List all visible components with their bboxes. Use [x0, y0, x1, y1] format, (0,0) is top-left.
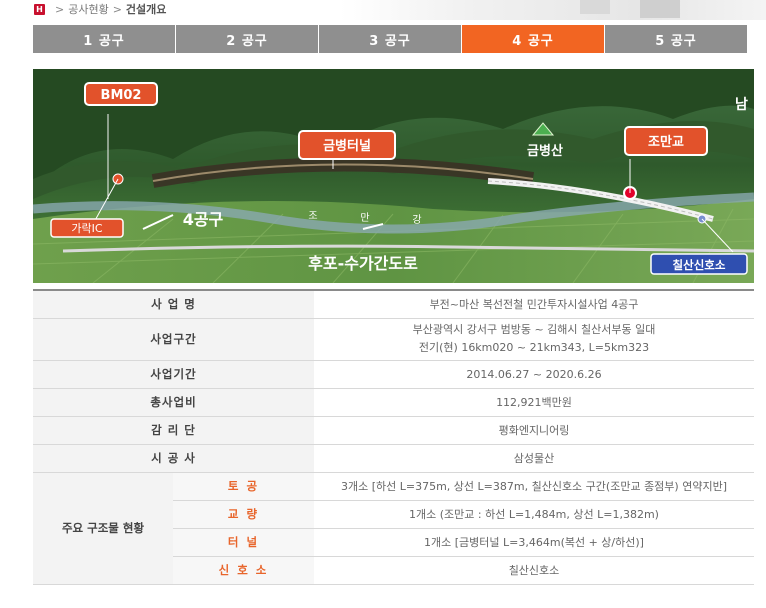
structure-value: 1개소 [금병터널 L=3,464m(복선 + 상/하선)]: [314, 528, 754, 557]
row-value-line: 부산광역시 강서구 범방동 ~ 김해시 칠산서부동 일대: [412, 323, 656, 336]
bridge-callout: 조만교: [624, 126, 708, 156]
mountain-label: 금병산: [527, 143, 563, 159]
row-label: 사 업 명: [33, 290, 314, 319]
decoration-block: [580, 0, 610, 14]
table-row: 사업구간 부산광역시 강서구 범방동 ~ 김해시 칠산서부동 일대 전기(현) …: [33, 318, 754, 361]
row-value: 부산광역시 강서구 범방동 ~ 김해시 칠산서부동 일대 전기(현) 16km0…: [314, 318, 754, 361]
structure-value: 3개소 [하선 L=375m, 상선 L=387m, 칠산신호소 구간(조만교 …: [314, 472, 754, 501]
structure-label: 터 널: [173, 528, 314, 557]
row-value: 평화엔지니어링: [314, 416, 754, 445]
table-row: 총사업비 112,921백만원: [33, 388, 754, 417]
road-label: 후포-수가간도로: [308, 254, 418, 273]
breadcrumb-item[interactable]: 공사현황: [68, 1, 108, 17]
tab-section-1[interactable]: 1 공구: [33, 25, 175, 53]
ic-callout: 가락IC: [50, 218, 124, 238]
river-char: 만: [360, 212, 369, 224]
row-value-line: 전기(현) 16km020 ~ 21km343, L=5km323: [418, 341, 650, 354]
chevron-right-icon: >: [112, 2, 122, 16]
structure-value: 1개소 (조만교 : 하선 L=1,484m, 상선 L=1,382m): [314, 500, 754, 529]
decoration-block: [640, 0, 680, 18]
signal-label: 칠산신호소: [673, 258, 726, 272]
table-row: 감 리 단 평화엔지니어링: [33, 416, 754, 445]
tunnel-label: 금병터널: [323, 138, 371, 154]
tunnel-callout: 금병터널: [298, 130, 396, 160]
structure-value: 칠산신호소: [314, 556, 754, 585]
construction-overview-table: 사 업 명 부전~마산 복선전철 민간투자시설사업 4공구 사업구간 부산광역시…: [33, 289, 754, 585]
structure-label: 토 공: [173, 472, 314, 501]
home-icon[interactable]: H: [34, 3, 45, 15]
row-label: 사업기간: [33, 360, 314, 389]
tab-section-3[interactable]: 3 공구: [319, 25, 461, 53]
table-row: 사 업 명 부전~마산 복선전철 민간투자시설사업 4공구: [33, 290, 754, 319]
structure-label: 교 량: [173, 500, 314, 529]
table-row: 시 공 사 삼성물산: [33, 444, 754, 473]
section-tabs: 1 공구 2 공구 3 공구 4 공구 5 공구: [33, 25, 747, 53]
row-label: 사업구간: [33, 318, 314, 361]
ic-label: 가락IC: [71, 222, 102, 235]
header-decoration: [340, 0, 766, 20]
table-row: 사업기간 2014.06.27 ~ 2020.6.26: [33, 360, 754, 389]
bm-callout: BM02: [84, 82, 158, 106]
row-value: 112,921백만원: [314, 388, 754, 417]
tab-section-2[interactable]: 2 공구: [176, 25, 318, 53]
corner-label: 남: [735, 96, 748, 113]
tab-section-5[interactable]: 5 공구: [605, 25, 747, 53]
breadcrumb-current: 건설개요: [125, 3, 167, 16]
row-label: 총사업비: [33, 388, 314, 417]
bm-label: BM02: [101, 88, 142, 103]
tab-section-4[interactable]: 4 공구: [462, 25, 604, 53]
row-value: 2014.06.27 ~ 2020.6.26: [314, 360, 754, 389]
chevron-right-icon: >: [55, 2, 65, 16]
bridge-label: 조만교: [648, 134, 684, 150]
table-row: 주요 구조물 현황 토 공 3개소 [하선 L=375m, 상선 L=387m,…: [33, 472, 754, 585]
row-label: 시 공 사: [33, 444, 314, 473]
section-label: 4공구: [183, 210, 224, 229]
row-value: 부전~마산 복선전철 민간투자시설사업 4공구: [314, 290, 754, 319]
breadcrumb: H > 공사현황 > 건설개요: [34, 0, 166, 18]
structure-label: 신 호 소: [173, 556, 314, 585]
route-map: BM02 금병터널 금병산 조만교 가락IC 4공구 조 만 강 후포-수가간도…: [33, 69, 754, 283]
river-char: 강: [412, 214, 421, 226]
signal-callout: 칠산신호소: [650, 253, 748, 275]
row-value: 삼성물산: [314, 444, 754, 473]
river-char: 조: [308, 211, 317, 222]
row-label: 감 리 단: [33, 416, 314, 445]
structures-group-label: 주요 구조물 현황: [33, 472, 173, 585]
